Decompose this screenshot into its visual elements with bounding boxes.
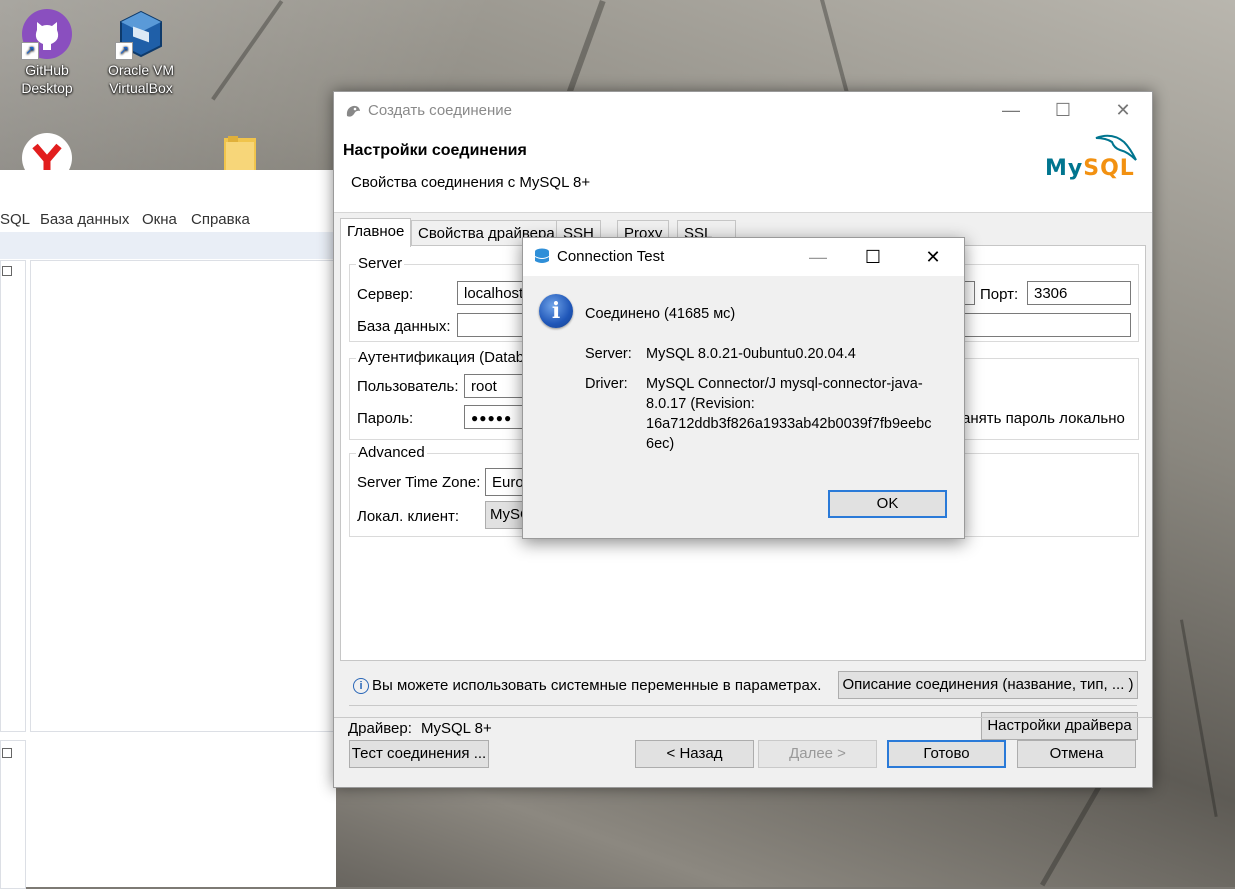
menu-item-database[interactable]: База данных <box>40 211 129 228</box>
background-editor-panel <box>30 260 338 732</box>
dbeaver-icon <box>346 105 360 117</box>
desktop-icon-yandex[interactable] <box>2 132 92 172</box>
port-input[interactable]: 3306 <box>1027 281 1131 305</box>
database-label: База данных: <box>357 318 451 335</box>
background-bottom-panel <box>0 740 26 889</box>
close-button[interactable]: ✕ <box>1100 98 1146 122</box>
separator <box>349 705 1137 706</box>
server-version: MySQL 8.0.21-0ubuntu0.20.04.4 <box>646 346 856 362</box>
desktop-icon-virtualbox[interactable]: ↗ Oracle VM VirtualBox <box>96 8 186 98</box>
info-icon: i <box>539 294 573 328</box>
desktop-icon-label: VirtualBox <box>109 80 173 96</box>
maximize-icon[interactable] <box>2 266 12 276</box>
save-password-label[interactable]: анять пароль локально <box>962 410 1125 427</box>
close-button[interactable]: ✕ <box>910 245 956 269</box>
folder-icon <box>224 136 256 170</box>
dialog-title: Создать соединение <box>368 102 512 119</box>
password-label: Пароль: <box>357 410 414 427</box>
desktop-icon-label: GitHub <box>25 62 69 78</box>
server-label: Server: <box>585 346 632 362</box>
host-label: Сервер: <box>357 286 414 303</box>
timezone-label: Server Time Zone: <box>357 474 481 491</box>
maximize-button[interactable]: ☐ <box>1040 98 1086 122</box>
header-subtitle: Свойства соединения с MySQL 8+ <box>351 174 591 191</box>
info-icon: i <box>353 678 369 694</box>
local-client-label: Локал. клиент: <box>357 508 460 525</box>
driver-value: MySQL 8+ <box>421 720 492 737</box>
tab-main[interactable]: Главное <box>340 218 412 247</box>
background-toolbar <box>0 232 336 259</box>
bottom-separator <box>334 717 1152 718</box>
server-group-title: Server <box>356 255 405 272</box>
shortcut-arrow-icon: ↗ <box>115 42 133 60</box>
cancel-button[interactable]: Отмена <box>1017 740 1136 768</box>
ok-button[interactable]: OK <box>828 490 947 518</box>
dialog-header: Настройки соединения Свойства соединения… <box>334 128 1152 213</box>
database-icon <box>535 248 549 263</box>
connection-description-button[interactable]: Описание соединения (название, тип, ... … <box>838 671 1138 699</box>
mysql-logo-text: MySQL <box>1045 156 1135 181</box>
port-label: Порт: <box>980 286 1019 303</box>
desktop-icon-label: Oracle VM <box>107 62 175 78</box>
menu-item-help[interactable]: Справка <box>191 211 250 228</box>
info-text: Вы можете использовать системные перемен… <box>372 677 822 694</box>
header-title: Настройки соединения <box>343 142 527 159</box>
advanced-group-title: Advanced <box>356 444 427 461</box>
connection-status-message: Соединено (41685 мс) <box>585 306 736 322</box>
desktop-icon-label: Desktop <box>21 80 73 96</box>
driver-info-line: 16a712ddb3f826a1933ab42b0039f7fb9eebc <box>646 416 932 432</box>
next-button[interactable]: Далее > <box>758 740 877 768</box>
desktop-icon-folder[interactable] <box>195 134 285 170</box>
minimize-button[interactable]: — <box>988 98 1034 122</box>
auth-group-title: Аутентификация (Datab <box>356 349 527 366</box>
mysql-logo: MySQL <box>1042 132 1142 190</box>
connection-test-titlebar[interactable]: Connection Test — ☐ ✕ <box>523 238 964 276</box>
back-button[interactable]: < Назад <box>635 740 754 768</box>
menu-item-windows[interactable]: Окна <box>142 211 177 228</box>
driver-info-line: MySQL Connector/J mysql-connector-java- <box>646 376 923 392</box>
desktop-icon-github[interactable]: ↗ GitHub Desktop <box>2 8 92 98</box>
background-app-window: SQL База данных Окна Справка <box>0 170 338 889</box>
background-menubar: SQL База данных Окна Справка <box>0 206 336 232</box>
driver-info-line: 8.0.17 (Revision: <box>646 396 755 412</box>
dialog-titlebar[interactable]: Создать соединение — ☐ ✕ <box>334 92 1152 128</box>
menu-item-sql[interactable]: SQL <box>0 211 30 228</box>
driver-label: Драйвер: <box>348 720 412 737</box>
driver-info-line: 6ec) <box>646 436 675 452</box>
finish-button[interactable]: Готово <box>887 740 1006 768</box>
user-label: Пользователь: <box>357 378 459 395</box>
driver-label: Driver: <box>585 376 628 392</box>
connection-test-title: Connection Test <box>557 248 665 265</box>
maximize-button[interactable]: ☐ <box>850 245 896 269</box>
test-connection-button[interactable]: Тест соединения ... <box>349 740 489 768</box>
yandex-browser-icon <box>22 133 72 172</box>
maximize-icon[interactable] <box>2 748 12 758</box>
connection-test-dialog: Connection Test — ☐ ✕ i Соединено (41685… <box>522 237 965 539</box>
background-left-panel <box>0 260 26 732</box>
shortcut-arrow-icon: ↗ <box>21 42 39 60</box>
minimize-button[interactable]: — <box>795 245 841 269</box>
